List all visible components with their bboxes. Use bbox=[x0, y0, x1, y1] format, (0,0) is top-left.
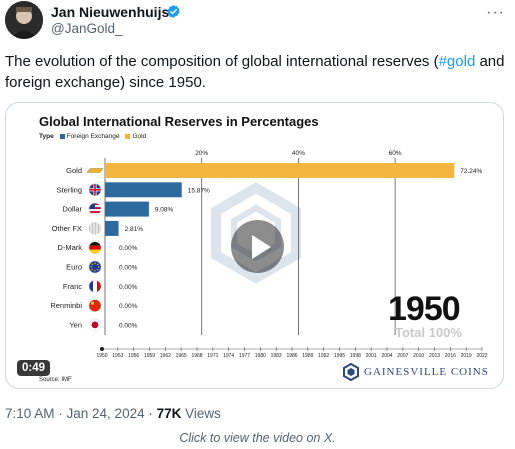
timeline-year-label: 1962 bbox=[160, 353, 171, 359]
germany-flag-icon bbox=[88, 241, 102, 254]
timeline-year-label: 2016 bbox=[445, 353, 456, 359]
timeline-year-label: 1974 bbox=[223, 353, 234, 359]
grid-tick-label: 20% bbox=[195, 150, 208, 157]
play-button[interactable] bbox=[231, 220, 284, 273]
timeline-year-label: 1959 bbox=[144, 353, 155, 359]
timeline-year-label: 1995 bbox=[334, 353, 345, 359]
timeline-year-label: 2013 bbox=[429, 353, 440, 359]
hashtag-link[interactable]: #gold bbox=[439, 53, 476, 70]
category-label: Sterling bbox=[57, 185, 82, 194]
tweet-text-part-1: The evolution of the composition of glob… bbox=[5, 53, 439, 70]
tweet-meta: 7:10 AM · Jan 24, 2024 · 77K Views bbox=[5, 406, 221, 421]
timeline-year-label: 1986 bbox=[286, 353, 297, 359]
more-options-icon[interactable]: ··· bbox=[486, 4, 505, 22]
timeline-year-label: 1983 bbox=[271, 353, 282, 359]
video-duration-badge: 0:49 bbox=[17, 360, 51, 376]
timeline-year-label: 1971 bbox=[207, 353, 218, 359]
bar bbox=[105, 220, 119, 236]
china-flag-icon bbox=[88, 299, 102, 312]
bar bbox=[105, 182, 182, 198]
timeline-year-label: 1989 bbox=[302, 353, 313, 359]
category-label: Dollar bbox=[62, 205, 82, 214]
video-player[interactable]: Global International Reserves in Percent… bbox=[5, 102, 504, 389]
category-label: Yen bbox=[69, 320, 82, 329]
brand-name: GAINESVILLE COINS bbox=[364, 366, 489, 378]
category-label: Renminbi bbox=[50, 301, 82, 310]
value-label: 72.24% bbox=[460, 168, 482, 175]
timeline-year-label: 2019 bbox=[461, 353, 472, 359]
category-label: Gold bbox=[66, 166, 82, 175]
value-label: 0.00% bbox=[119, 303, 138, 310]
total-percent-label: Total 100% bbox=[395, 325, 462, 340]
views-label: Views bbox=[181, 406, 221, 421]
us-flag-icon bbox=[88, 202, 102, 216]
bar bbox=[105, 201, 149, 217]
brand-logo-icon bbox=[343, 363, 359, 381]
value-label: 0.00% bbox=[119, 265, 138, 272]
source-label: Source: IMF bbox=[39, 377, 72, 383]
timeline-year-label: 1956 bbox=[128, 353, 139, 359]
views-count: 77K bbox=[156, 406, 182, 421]
brand-logo: GAINESVILLE COINS bbox=[342, 363, 489, 381]
timeline-year-label: 1968 bbox=[191, 353, 202, 359]
timeline-year-label: 2010 bbox=[413, 353, 424, 359]
category-label: Other FX bbox=[52, 224, 82, 233]
play-icon bbox=[252, 235, 271, 259]
value-label: 2.81% bbox=[125, 226, 144, 233]
verified-badge-icon bbox=[167, 4, 180, 19]
gold-bar-icon bbox=[86, 168, 104, 173]
avatar-image bbox=[5, 1, 43, 39]
current-year-label: 1950 bbox=[388, 290, 461, 328]
grid-tick-label: 60% bbox=[389, 150, 402, 157]
video-note[interactable]: Click to view the video on X. bbox=[0, 431, 515, 445]
france-flag-icon bbox=[88, 280, 102, 293]
avatar[interactable] bbox=[5, 1, 43, 39]
timeline-year-label: 2001 bbox=[366, 353, 377, 359]
value-label: 15.87% bbox=[188, 187, 210, 194]
bar bbox=[105, 163, 455, 178]
category-label: D-Mark bbox=[57, 243, 82, 252]
author-handle[interactable]: @JanGold_ bbox=[51, 21, 123, 36]
category-label: Euro bbox=[66, 263, 82, 272]
value-label: 0.00% bbox=[119, 322, 138, 329]
value-label: 0.00% bbox=[119, 284, 138, 291]
value-label: 9.08% bbox=[155, 207, 174, 214]
author-name[interactable]: Jan Nieuwenhuijs bbox=[51, 4, 169, 20]
timeline-year-label: 1965 bbox=[176, 353, 187, 359]
other-fx-icon bbox=[88, 222, 102, 235]
timeline-year-label: 1980 bbox=[255, 353, 266, 359]
timeline-year-label: 2004 bbox=[381, 353, 392, 359]
timeline-year-label: 1977 bbox=[239, 353, 250, 359]
timeline-year-label: 1953 bbox=[112, 353, 123, 359]
category-label: Franc bbox=[63, 282, 82, 291]
timeline-year-label: 2007 bbox=[397, 353, 408, 359]
tweet-text: The evolution of the composition of glob… bbox=[5, 51, 510, 93]
japan-flag-icon bbox=[88, 318, 102, 332]
timeline-year-label: 1950 bbox=[96, 353, 107, 359]
tweet-header: Jan Nieuwenhuijs @JanGold_ ··· bbox=[0, 0, 515, 46]
value-label: 0.00% bbox=[119, 245, 138, 252]
uk-flag-icon bbox=[88, 183, 102, 197]
tweet-timestamp[interactable]: 7:10 AM · Jan 24, 2024 · bbox=[5, 406, 157, 421]
timeline-marker bbox=[100, 347, 104, 351]
timeline-year-label: 2022 bbox=[476, 353, 487, 359]
grid-tick-label: 40% bbox=[292, 150, 305, 157]
timeline-year-label: 1992 bbox=[318, 353, 329, 359]
timeline-year-label: 1998 bbox=[350, 353, 361, 359]
eu-flag-icon bbox=[88, 260, 102, 274]
